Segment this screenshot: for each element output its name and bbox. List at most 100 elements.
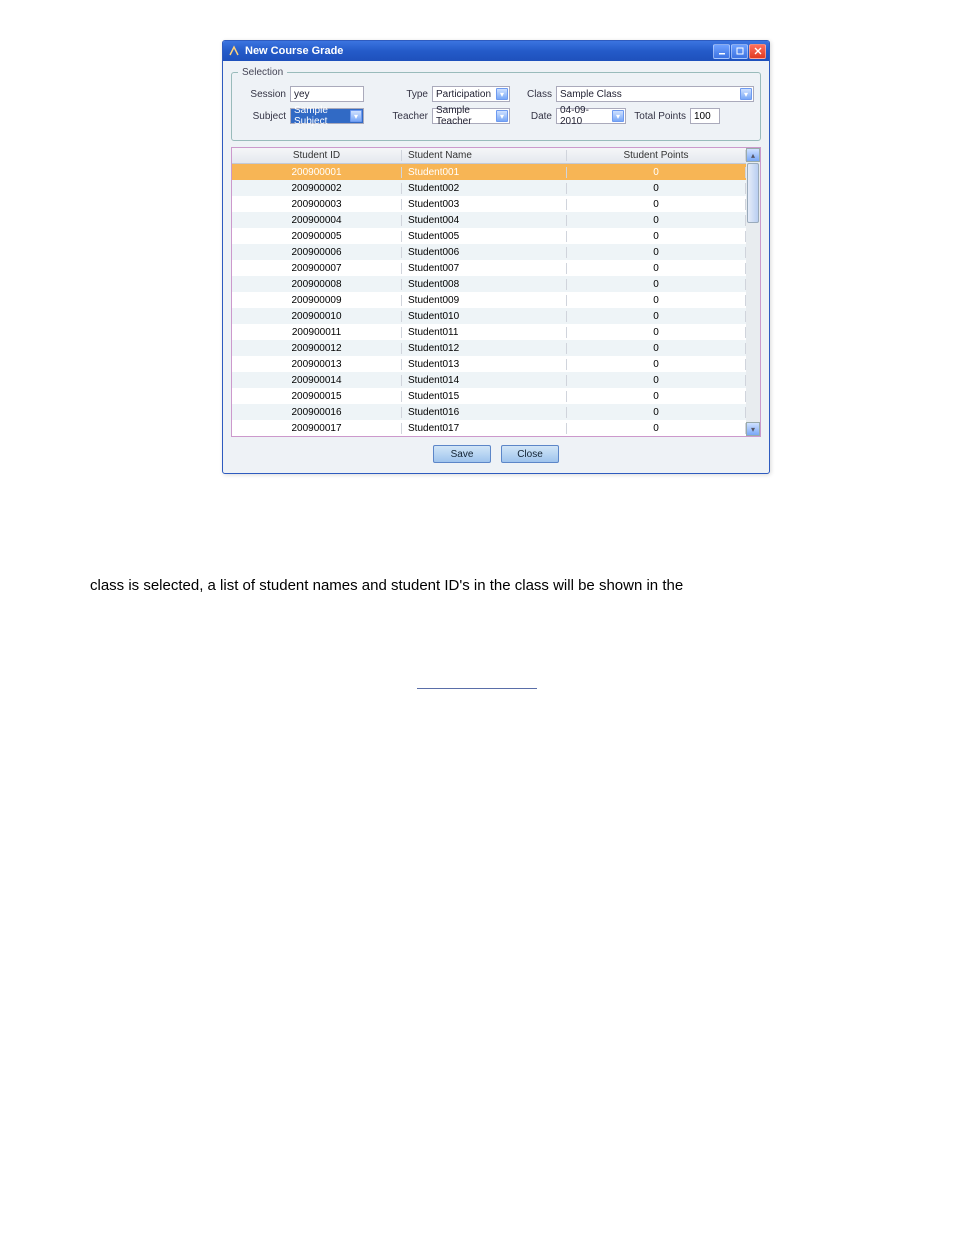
cell-student-name: Student001 — [402, 167, 567, 178]
cell-student-name: Student009 — [402, 295, 567, 306]
cell-student-id: 200900017 — [232, 423, 402, 434]
session-combo[interactable]: yey — [290, 86, 364, 102]
cell-student-name: Student014 — [402, 375, 567, 386]
date-value: 04-09-2010 — [560, 105, 611, 127]
table-row[interactable]: 200900015Student0150 — [232, 388, 746, 404]
cell-student-name: Student005 — [402, 231, 567, 242]
cell-student-name: Student015 — [402, 391, 567, 402]
cell-student-id: 200900006 — [232, 247, 402, 258]
app-icon — [227, 44, 241, 58]
totalpoints-input[interactable] — [690, 108, 720, 124]
table-row[interactable]: 200900006Student0060 — [232, 244, 746, 260]
table-row[interactable]: 200900007Student0070 — [232, 260, 746, 276]
cell-student-name: Student012 — [402, 343, 567, 354]
cell-student-points: 0 — [567, 375, 746, 386]
footer-separator — [417, 688, 537, 728]
cell-student-name: Student013 — [402, 359, 567, 370]
scroll-track[interactable] — [746, 224, 760, 422]
close-dialog-button[interactable]: Close — [501, 445, 559, 463]
table-row[interactable]: 200900008Student0080 — [232, 276, 746, 292]
cell-student-name: Student010 — [402, 311, 567, 322]
type-value: Participation — [436, 89, 491, 100]
teacher-label: Teacher — [368, 111, 428, 122]
table-row[interactable]: 200900012Student0120 — [232, 340, 746, 356]
maximize-button[interactable] — [731, 44, 748, 59]
header-student-name[interactable]: Student Name — [402, 150, 567, 161]
table-row[interactable]: 200900011Student0110 — [232, 324, 746, 340]
cell-student-id: 200900005 — [232, 231, 402, 242]
table-row[interactable]: 200900016Student0160 — [232, 404, 746, 420]
table-row[interactable]: 200900004Student0040 — [232, 212, 746, 228]
session-label: Session — [238, 89, 286, 100]
table-row[interactable]: 200900002Student0020 — [232, 180, 746, 196]
scroll-down-button[interactable]: ▾ — [746, 422, 760, 436]
subject-value: Sample Subject — [294, 105, 349, 127]
cell-student-id: 200900003 — [232, 199, 402, 210]
totalpoints-label: Total Points — [630, 111, 686, 122]
class-value: Sample Class — [560, 89, 622, 100]
cell-student-points: 0 — [567, 183, 746, 194]
table-row[interactable]: 200900009Student0090 — [232, 292, 746, 308]
scroll-thumb[interactable] — [747, 163, 759, 223]
cell-student-id: 200900008 — [232, 279, 402, 290]
cell-student-points: 0 — [567, 343, 746, 354]
titlebar: New Course Grade — [223, 41, 769, 61]
cell-student-id: 200900016 — [232, 407, 402, 418]
table-row[interactable]: 200900017Student0170 — [232, 420, 746, 436]
vertical-scrollbar[interactable]: ▴ ▾ — [746, 148, 760, 436]
type-label: Type — [368, 89, 428, 100]
chevron-down-icon: ▾ — [496, 110, 508, 122]
table-row[interactable]: 200900001Student0010 — [232, 164, 746, 180]
type-combo[interactable]: Participation ▾ — [432, 86, 510, 102]
cell-student-name: Student016 — [402, 407, 567, 418]
table-row[interactable]: 200900003Student0030 — [232, 196, 746, 212]
class-label: Class — [514, 89, 552, 100]
header-student-points[interactable]: Student Points — [567, 150, 746, 161]
cell-student-name: Student004 — [402, 215, 567, 226]
cell-student-points: 0 — [567, 407, 746, 418]
cell-student-points: 0 — [567, 311, 746, 322]
window-title: New Course Grade — [245, 45, 343, 57]
cell-student-points: 0 — [567, 263, 746, 274]
cell-student-id: 200900007 — [232, 263, 402, 274]
class-combo[interactable]: Sample Class ▾ — [556, 86, 754, 102]
body-paragraph: class is selected, a list of student nam… — [0, 574, 954, 598]
cell-student-name: Student007 — [402, 263, 567, 274]
cell-student-points: 0 — [567, 215, 746, 226]
cell-student-points: 0 — [567, 423, 746, 434]
table-row[interactable]: 200900013Student0130 — [232, 356, 746, 372]
chevron-down-icon: ▾ — [350, 110, 362, 122]
cell-student-id: 200900001 — [232, 167, 402, 178]
subject-label: Subject — [238, 111, 286, 122]
table-header: Student ID Student Name Student Points — [232, 148, 746, 164]
cell-student-id: 200900014 — [232, 375, 402, 386]
cell-student-id: 200900015 — [232, 391, 402, 402]
cell-student-points: 0 — [567, 327, 746, 338]
cell-student-id: 200900002 — [232, 183, 402, 194]
table-row[interactable]: 200900005Student0050 — [232, 228, 746, 244]
teacher-combo[interactable]: Sample Teacher ▾ — [432, 108, 510, 124]
cell-student-points: 0 — [567, 167, 746, 178]
save-button[interactable]: Save — [433, 445, 491, 463]
table-row[interactable]: 200900014Student0140 — [232, 372, 746, 388]
cell-student-points: 0 — [567, 391, 746, 402]
chevron-down-icon: ▾ — [740, 88, 752, 100]
session-value: yey — [294, 89, 310, 100]
close-button[interactable] — [749, 44, 766, 59]
table-row[interactable]: 200900010Student0100 — [232, 308, 746, 324]
students-table: Student ID Student Name Student Points 2… — [231, 147, 761, 437]
cell-student-points: 0 — [567, 279, 746, 290]
cell-student-id: 200900010 — [232, 311, 402, 322]
date-combo[interactable]: 04-09-2010 ▾ — [556, 108, 626, 124]
header-student-id[interactable]: Student ID — [232, 150, 402, 161]
subject-combo[interactable]: Sample Subject ▾ — [290, 108, 364, 124]
selection-group: Selection Session yey Type Participation… — [231, 67, 761, 141]
teacher-value: Sample Teacher — [436, 105, 495, 127]
cell-student-points: 0 — [567, 359, 746, 370]
new-course-grade-dialog: New Course Grade Selection Session yey T… — [222, 40, 770, 474]
cell-student-id: 200900013 — [232, 359, 402, 370]
chevron-down-icon: ▾ — [612, 110, 624, 122]
date-label: Date — [514, 111, 552, 122]
minimize-button[interactable] — [713, 44, 730, 59]
scroll-up-button[interactable]: ▴ — [746, 148, 760, 162]
